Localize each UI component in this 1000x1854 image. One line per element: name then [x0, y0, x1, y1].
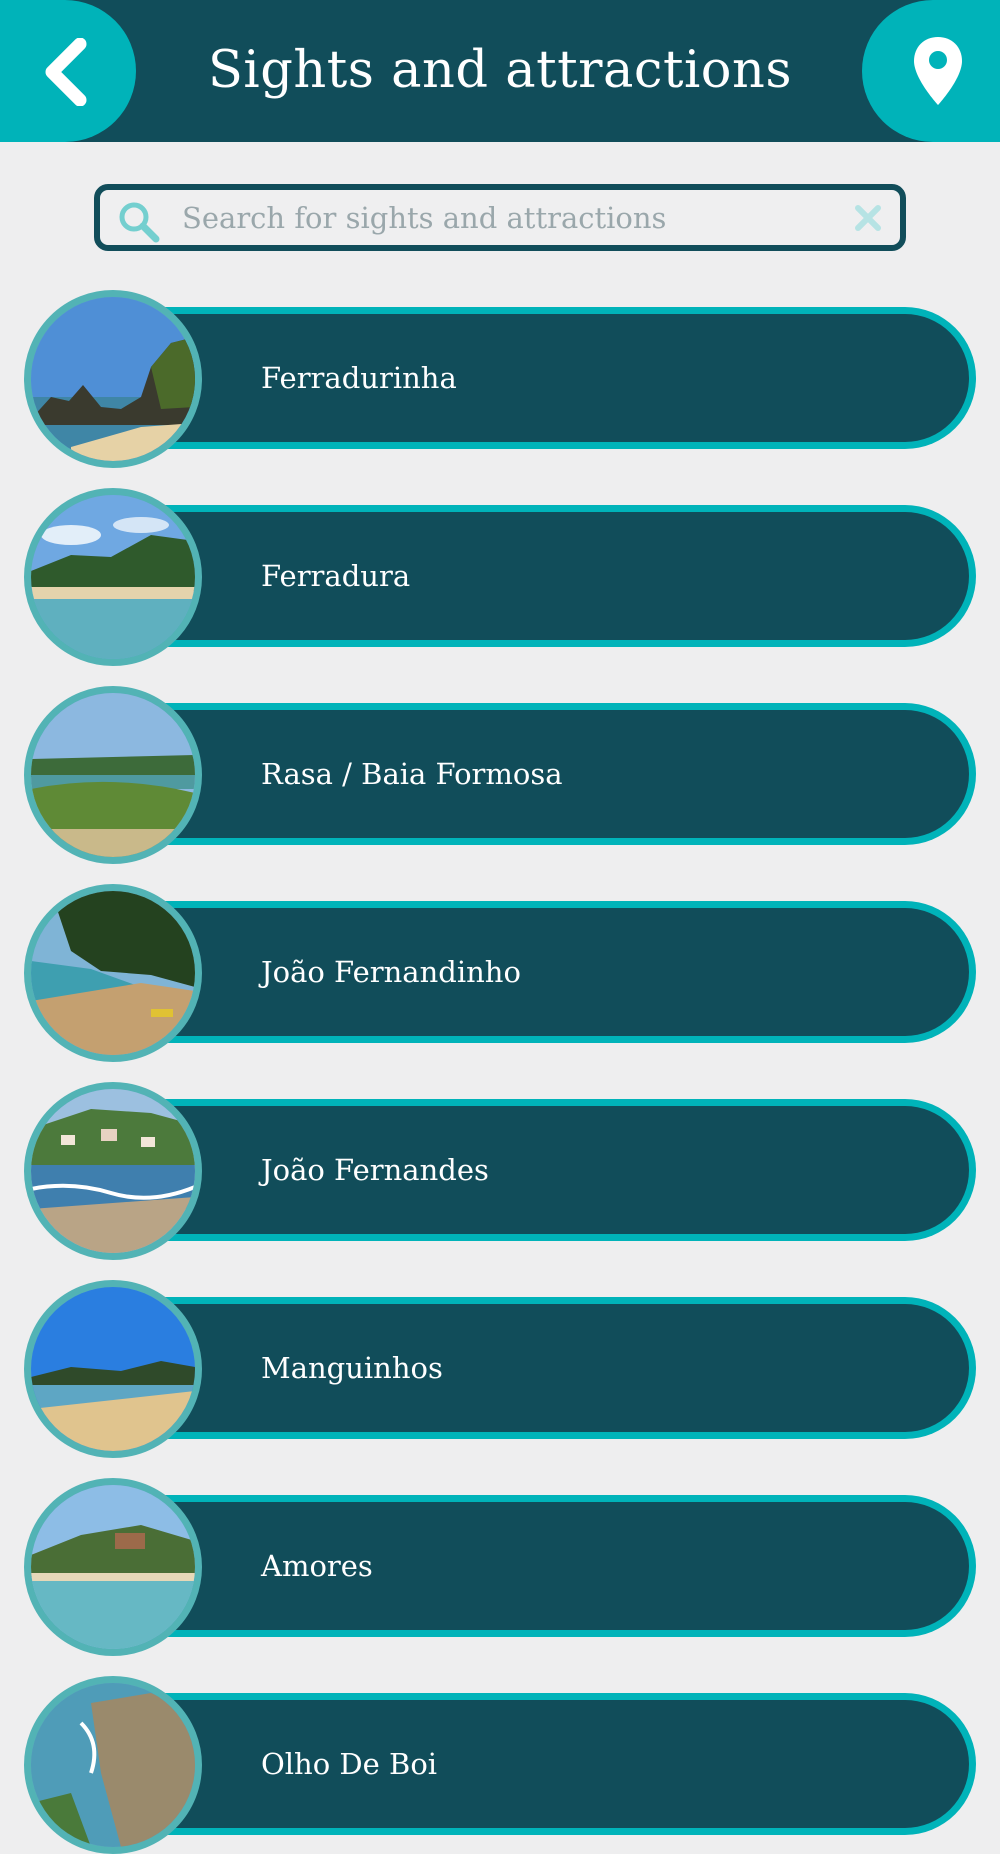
list-item[interactable]: Ferradura — [24, 488, 976, 666]
list-item-label: João Fernandinho — [261, 955, 521, 989]
list-item-label: Ferradura — [261, 559, 411, 593]
list-item[interactable]: João Fernandes — [24, 1082, 976, 1260]
list-item-label: Amores — [261, 1549, 373, 1583]
cliff-beach-photo — [24, 884, 202, 1062]
rocky-coast-photo — [24, 1676, 202, 1854]
cove-hill-photo — [24, 1478, 202, 1656]
list-item-label: Rasa / Baia Formosa — [261, 757, 563, 791]
list-item[interactable]: João Fernandinho — [24, 884, 976, 1062]
bay-beach-photo — [24, 488, 202, 666]
list-item-label: Ferradurinha — [261, 361, 457, 395]
attractions-list: Ferradurinha Ferradura Rasa / Baia Formo… — [0, 0, 1000, 1854]
list-item[interactable]: Olho De Boi — [24, 1676, 976, 1854]
list-item-label: Olho De Boi — [261, 1747, 438, 1781]
list-item-label: Manguinhos — [261, 1351, 443, 1385]
beach-rocks-photo — [24, 290, 202, 468]
list-item-label: João Fernandes — [261, 1153, 489, 1187]
coast-vegetation-photo — [24, 686, 202, 864]
sandy-shore-photo — [24, 1280, 202, 1458]
list-item[interactable]: Manguinhos — [24, 1280, 976, 1458]
town-beach-photo — [24, 1082, 202, 1260]
list-item[interactable]: Rasa / Baia Formosa — [24, 686, 976, 864]
list-item[interactable]: Amores — [24, 1478, 976, 1656]
list-item[interactable]: Ferradurinha — [24, 290, 976, 468]
